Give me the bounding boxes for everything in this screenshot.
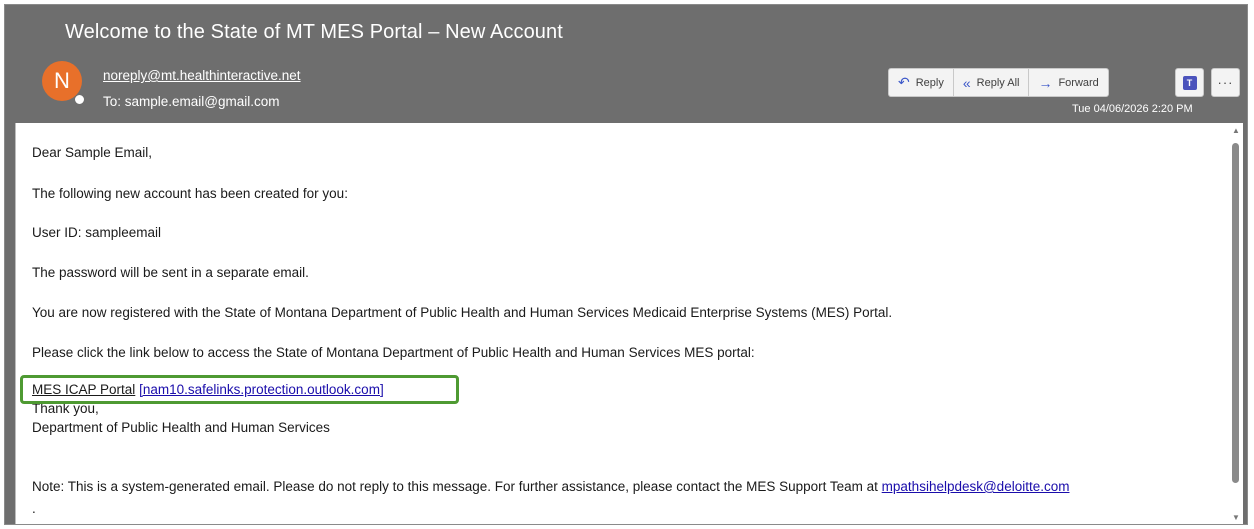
scroll-thumb[interactable] (1232, 143, 1239, 483)
registered-text: You are now registered with the State of… (32, 305, 893, 320)
forward-label: Forward (1058, 76, 1099, 89)
email-header: Welcome to the State of MT MES Portal – … (5, 5, 1247, 123)
teams-icon: T (1182, 75, 1197, 90)
highlight-box (20, 375, 459, 404)
forward-button[interactable]: → Forward (1029, 69, 1107, 96)
password-note-text: The password will be sent in a separate … (32, 265, 309, 280)
note-line: Note: This is a system-generated email. … (32, 479, 1069, 494)
reply-icon: ↶ (898, 74, 910, 90)
department-text: Department of Public Health and Human Se… (32, 420, 330, 435)
reply-all-button[interactable]: « Reply All (954, 69, 1030, 96)
reply-all-icon: « (962, 74, 971, 91)
helpdesk-email-link[interactable]: mpathsihelpdesk@deloitte.com (882, 479, 1070, 494)
reply-all-label: Reply All (976, 76, 1020, 89)
trailing-text: . (32, 501, 36, 516)
scroll-up-icon[interactable]: ▲ (1232, 126, 1240, 135)
message-actions: ↶ Reply « Reply All → Forward (888, 68, 1109, 97)
click-link-text: Please click the link below to access th… (32, 345, 755, 360)
greeting-text: Dear Sample Email, (32, 145, 153, 160)
recipient-line: To: sample.email@gmail.com (103, 94, 280, 109)
reply-button[interactable]: ↶ Reply (889, 69, 954, 96)
forward-icon: → (1038, 74, 1053, 91)
email-subject: Welcome to the State of MT MES Portal – … (65, 21, 563, 43)
note-text: Note: This is a system-generated email. … (32, 479, 882, 494)
received-date: Tue 04/06/2026 2:20 PM (1072, 103, 1193, 115)
email-reading-pane: Welcome to the State of MT MES Portal – … (4, 4, 1248, 525)
scroll-down-icon[interactable]: ▼ (1232, 513, 1240, 522)
sender-address[interactable]: noreply@mt.healthinteractive.net (103, 68, 301, 83)
user-id-text: User ID: sampleemail (32, 225, 162, 240)
account-created-text: The following new account has been creat… (32, 186, 348, 201)
teams-button[interactable]: T (1175, 68, 1204, 97)
vertical-scrollbar[interactable]: ▲ ▼ (1228, 123, 1243, 524)
more-actions-button[interactable]: ··· (1211, 68, 1240, 97)
email-body: Dear Sample Email, The following new acc… (15, 123, 1243, 524)
presence-status-icon (74, 94, 85, 105)
reply-label: Reply (915, 76, 944, 89)
